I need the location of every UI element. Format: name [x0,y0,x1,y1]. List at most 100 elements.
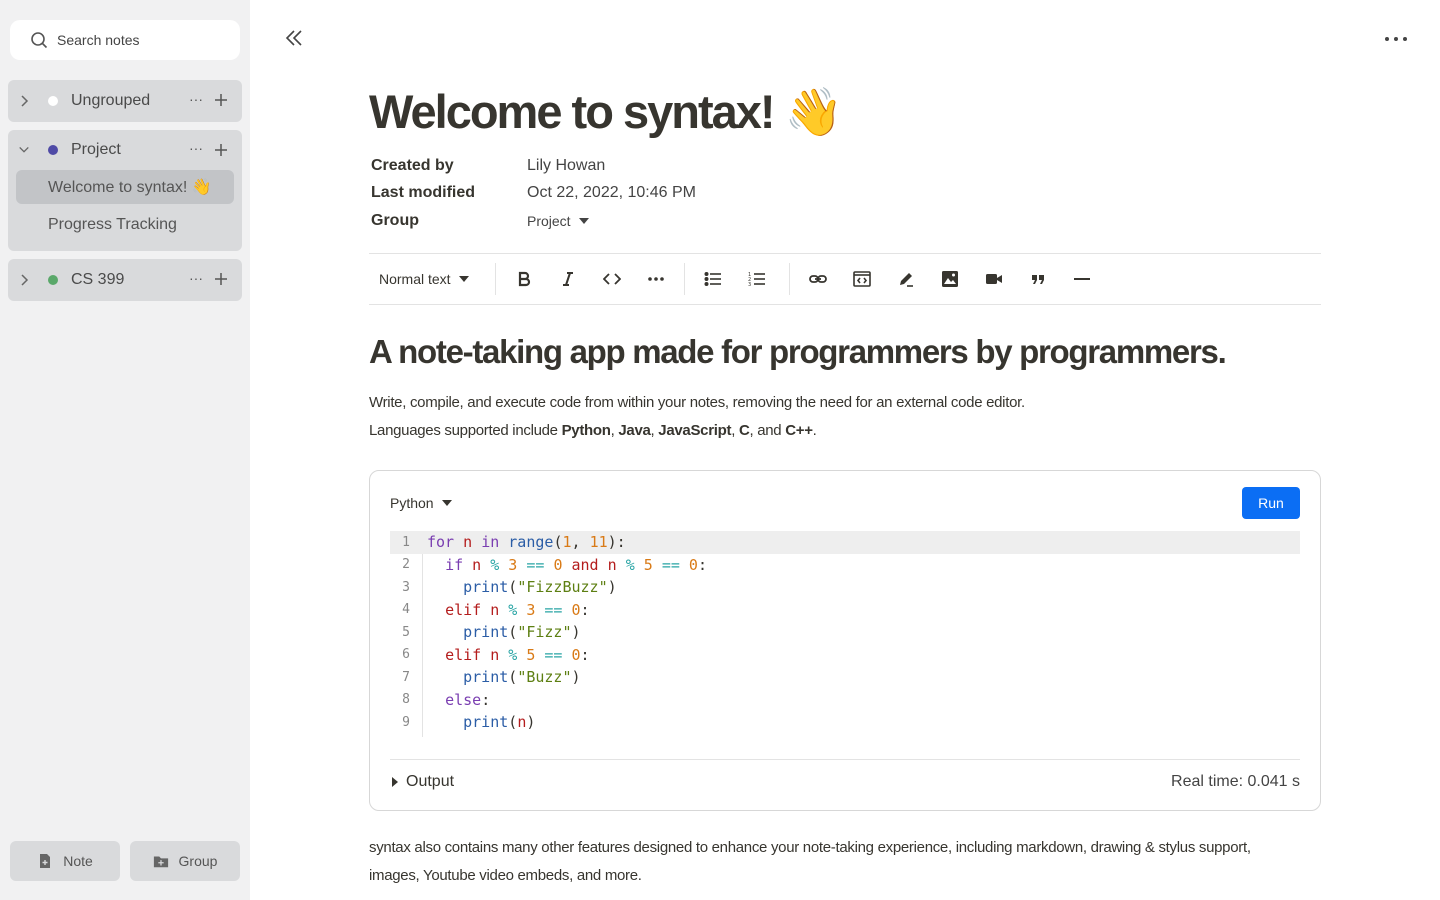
chevron-right-icon[interactable] [18,94,30,108]
plus-icon[interactable] [214,143,228,157]
code-block: Python Run 1 for n in range(1, 11): 2 if … [369,470,1321,811]
file-plus-icon [40,854,51,868]
note-title[interactable]: Welcome to syntax! 👋 [369,84,843,140]
app-window: Ungrouped ··· Project ··· Welcome to syn… [0,0,1440,900]
sidebar-note-progress-tracking[interactable]: Progress Tracking [16,208,234,242]
group-more-button[interactable]: ··· [189,91,203,107]
sidebar: Ungrouped ··· Project ··· Welcome to syn… [0,0,250,900]
search-input[interactable] [57,32,227,48]
features-paragraph-line1: syntax also contains many other features… [369,839,1251,856]
languages-paragraph: Languages supported include Python, Java… [369,422,817,439]
line-number: 3 [402,579,410,595]
code-line: 3 print("FizzBuzz") [390,576,1300,599]
code-icon [603,273,621,285]
more-formatting-button[interactable] [634,264,678,294]
image-button[interactable] [928,264,972,294]
line-code: else: [445,690,491,709]
group-color-dot [48,275,58,285]
text: Languages supported include [369,422,562,439]
quote-button[interactable] [1016,264,1060,294]
line-code: for n in range(1, 11): [427,533,626,552]
line-number: 4 [402,602,410,618]
code-line: 6 elif n % 5 == 0: [390,644,1300,667]
text: , [731,422,739,439]
search-icon [31,32,48,49]
content-heading: A note-taking app made for programmers b… [369,333,1227,370]
prop-label: Last modified [371,183,476,201]
italic-button[interactable] [546,264,590,294]
run-button[interactable]: Run [1242,487,1300,519]
italic-icon [563,272,573,286]
group-ungrouped: Ungrouped ··· [8,80,242,122]
link-button[interactable] [796,264,840,294]
chevron-down-icon[interactable] [18,143,30,157]
line-code: print("Buzz") [463,668,581,687]
search-box[interactable] [10,20,240,60]
language-select[interactable]: Python [390,495,452,511]
drawing-button[interactable] [884,264,928,294]
text: . [812,422,817,439]
line-code: if n % 3 == 0 and n % 5 == 0: [445,555,707,574]
plus-icon[interactable] [214,93,228,107]
prop-value: Oct 22, 2022, 10:46 PM [527,183,696,201]
prop-created-by: Created by Lily Howan [371,152,696,179]
bold-icon [518,271,531,287]
code-line: 5 print("Fizz") [390,621,1300,644]
image-icon [942,271,958,287]
lang-cpp: C++ [785,422,813,439]
pen-icon [900,273,913,287]
features-paragraph-line2: images, Youtube video embeds, and more. [369,867,642,884]
divider-button[interactable] [1060,264,1104,294]
line-number: 5 [402,624,410,640]
line-code: elif n % 3 == 0: [445,600,590,619]
code-editor[interactable]: 1 for n in range(1, 11): 2 if n % 3 == 0 … [390,531,1300,737]
video-button[interactable] [972,264,1016,294]
group-header-ungrouped[interactable]: Ungrouped ··· [8,80,242,122]
caret-down-icon [441,500,452,506]
more-options-icon[interactable] [1384,36,1408,42]
group-color-dot [48,145,58,155]
output-toggle[interactable]: Output [392,773,454,791]
numbered-list-icon: 123 [748,272,765,288]
bold-button[interactable] [502,264,546,294]
note-properties: Created by Lily Howan Last modified Oct … [371,152,696,234]
chevron-right-icon[interactable] [18,273,30,287]
video-camera-icon [986,274,1002,284]
caret-right-icon [392,777,398,787]
group-cs-399: CS 399 ··· [8,259,242,301]
group-select[interactable]: Project [527,213,589,229]
code-line: 9 print(n) [390,711,1300,734]
real-time-readout: Real time: 0.041 s [1171,773,1300,790]
group-name: CS 399 [71,271,125,288]
line-code: print("FizzBuzz") [463,578,617,597]
plus-icon[interactable] [214,272,228,286]
line-code: elif n % 5 == 0: [445,645,590,664]
ellipsis-icon [648,277,664,281]
group-more-button[interactable]: ··· [189,140,203,156]
line-number: 6 [402,647,410,663]
new-note-label: Note [63,853,93,869]
line-number: 9 [402,714,410,730]
code-line: 8 else: [390,689,1300,712]
line-code: print(n) [463,713,536,732]
code-block-button[interactable] [840,264,884,294]
group-header-project[interactable]: Project ··· [8,130,242,170]
code-line: 1 for n in range(1, 11): [390,531,1300,554]
group-name: Ungrouped [71,92,151,109]
group-select-value: Project [527,212,571,229]
text-style-value: Normal text [379,271,451,287]
prop-label: Group [371,211,419,229]
lang-javascript: JavaScript [658,422,732,439]
lang-java: Java [618,422,651,439]
numbered-list-button[interactable]: 123 [735,264,779,294]
sidebar-note-welcome[interactable]: Welcome to syntax! 👋 [16,170,234,204]
text-style-select[interactable]: Normal text [379,271,495,287]
group-more-button[interactable]: ··· [189,270,203,286]
collapse-sidebar-icon[interactable] [284,28,304,48]
inline-code-button[interactable] [590,264,634,294]
bullet-list-button[interactable] [691,264,735,294]
line-number: 1 [402,534,410,550]
new-group-button[interactable]: Group [130,841,240,881]
new-note-button[interactable]: Note [10,841,120,881]
group-header-cs-399[interactable]: CS 399 ··· [8,259,242,301]
